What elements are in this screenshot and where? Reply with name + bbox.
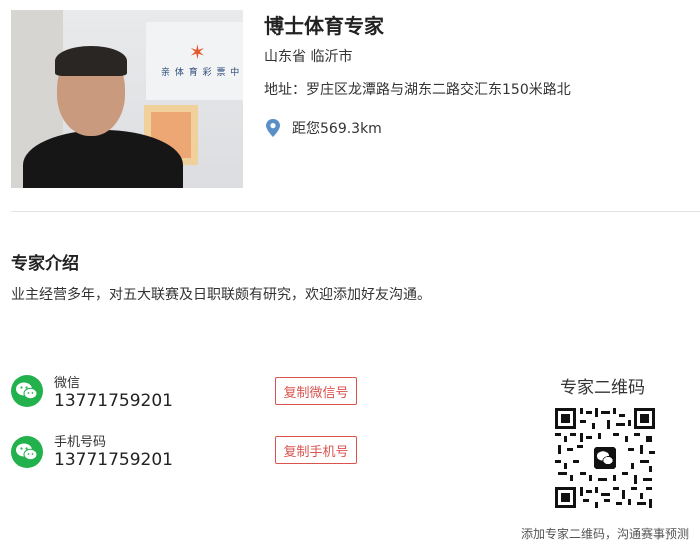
wechat-label: 微信 bbox=[54, 376, 81, 391]
intro-text: 业主经营多年，对五大联赛及日职联颇有研究，欢迎添加好友沟通。 bbox=[11, 287, 431, 303]
expert-region: 山东省 临沂市 bbox=[264, 49, 353, 65]
wechat-icon bbox=[11, 375, 43, 407]
expert-name: 博士体育专家 bbox=[264, 14, 384, 38]
expert-distance: 距您569.3km bbox=[264, 118, 382, 138]
phone-value: 13771759201 bbox=[54, 450, 173, 470]
expert-photo: ✶ 亲 体 育 彩 票 中 bbox=[11, 10, 243, 188]
expert-address: 地址：罗庄区龙潭路与湖东二路交汇东150米路北 bbox=[264, 82, 571, 98]
qr-caption: 添加专家二维码，沟通赛事预测 bbox=[521, 527, 690, 541]
photo-person-hair bbox=[55, 46, 127, 76]
photo-sign-text: 亲 体 育 彩 票 中 bbox=[161, 68, 241, 78]
phone-label: 手机号码 bbox=[54, 435, 107, 450]
copy-wechat-button[interactable]: 复制微信号 bbox=[275, 377, 357, 405]
intro-title: 专家介绍 bbox=[11, 254, 79, 274]
location-pin-icon bbox=[266, 119, 280, 137]
section-divider bbox=[11, 211, 700, 212]
distance-text: 距您569.3km bbox=[292, 121, 382, 137]
wechat-value: 13771759201 bbox=[54, 391, 173, 411]
qr-code[interactable] bbox=[555, 408, 655, 508]
copy-phone-button[interactable]: 复制手机号 bbox=[275, 436, 357, 464]
lottery-logo-icon: ✶ bbox=[189, 40, 206, 64]
qr-title: 专家二维码 bbox=[560, 378, 645, 398]
phone-wechat-icon bbox=[11, 436, 43, 468]
